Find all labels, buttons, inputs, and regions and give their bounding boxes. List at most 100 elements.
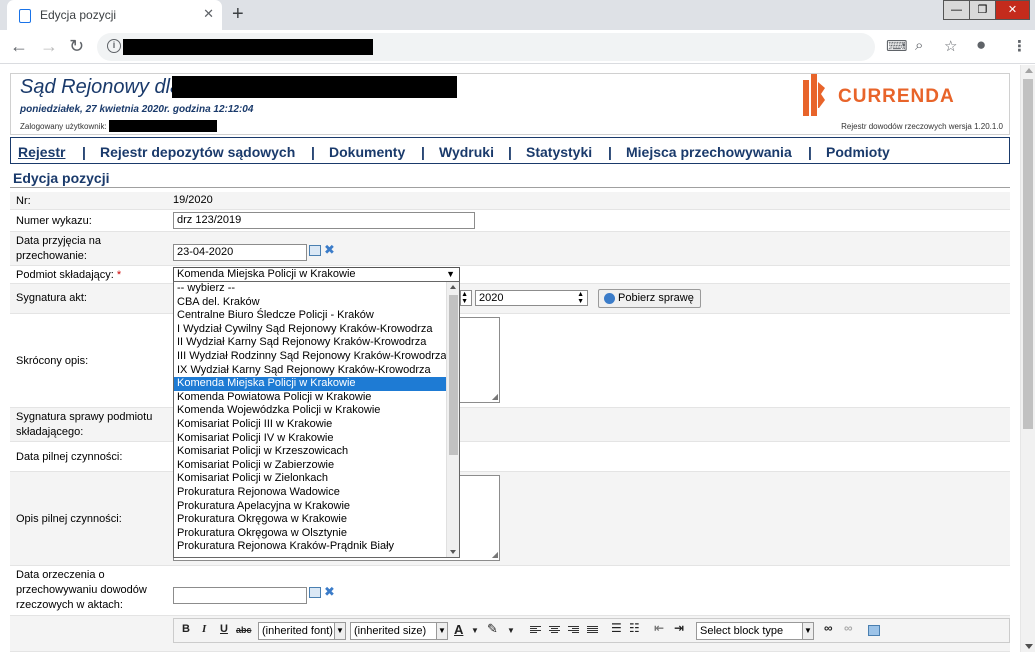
dropdown-option[interactable]: Komisariat Policji w Zabierzowie bbox=[174, 459, 459, 473]
dropdown-option[interactable]: Prokuratura Apelacyjna w Krakowie bbox=[174, 500, 459, 514]
address-bar[interactable]: i bbox=[97, 33, 875, 61]
profile-avatar-icon[interactable]: ● bbox=[976, 35, 986, 55]
scroll-up-icon[interactable] bbox=[450, 285, 456, 289]
dropdown-option[interactable]: Komenda Miejska Policji w Krakowie bbox=[174, 377, 459, 391]
row-sygnatura-podmiotu: Sygnatura sprawy podmiotu składającego: bbox=[10, 408, 1010, 442]
align-center-icon[interactable] bbox=[549, 626, 560, 635]
tab-close-icon[interactable]: ✕ bbox=[203, 6, 214, 22]
page-scrollbar[interactable] bbox=[1020, 65, 1035, 652]
dropdown-option[interactable]: Prokuratura Rejonowa Kraków-Prądnik Biał… bbox=[174, 540, 459, 554]
menu-item-podmioty[interactable]: Podmioty bbox=[826, 144, 890, 160]
browser-menu-icon[interactable]: ⋮ bbox=[1012, 37, 1027, 55]
scroll-up-icon[interactable] bbox=[1025, 68, 1033, 73]
menu-item-wydruki[interactable]: Wydruki bbox=[439, 144, 494, 160]
dropdown-scroll-thumb[interactable] bbox=[449, 295, 458, 455]
menu-separator: | bbox=[421, 144, 425, 160]
dropdown-option[interactable]: I Wydział Cywilny Sąd Rejonowy Kraków-Kr… bbox=[174, 323, 459, 337]
calendar-icon[interactable] bbox=[309, 245, 321, 256]
link-icon[interactable]: ∞ bbox=[824, 621, 833, 635]
dropdown-option[interactable]: Prokuratura Okręgowa w Krakowie bbox=[174, 513, 459, 527]
menu-item-rejestr-depozytow[interactable]: Rejestr depozytów sądowych bbox=[100, 144, 295, 160]
data-przyjecia-input[interactable]: 23-04-2020 bbox=[173, 244, 307, 261]
browser-tab[interactable]: Edycja pozycji ✕ bbox=[7, 0, 222, 30]
dropdown-option[interactable]: Prokuratura Rejonowa Wadowice bbox=[174, 486, 459, 500]
podmiot-selected-value: Komenda Miejska Policji w Krakowie bbox=[177, 268, 356, 280]
podmiot-dropdown-list[interactable]: -- wybierz -- CBA del. Kraków Centralne Bi… bbox=[173, 281, 460, 558]
align-right-icon[interactable] bbox=[568, 626, 579, 635]
menu-item-miejsca-przechowywania[interactable]: Miejsca przechowywania bbox=[626, 144, 792, 160]
forward-arrow-icon[interactable]: → bbox=[40, 36, 58, 57]
dropdown-option[interactable]: IX Wydział Karny Sąd Rejonowy Kraków-Kro… bbox=[174, 364, 459, 378]
translate-icon[interactable]: ⌨ bbox=[886, 37, 908, 55]
back-arrow-icon[interactable]: ← bbox=[10, 36, 28, 57]
bold-button[interactable]: B bbox=[182, 623, 190, 635]
dropdown-option[interactable]: Komisariat Policji w Krzeszowicach bbox=[174, 445, 459, 459]
dropdown-option[interactable]: Komenda Powiatowa Policji w Krakowie bbox=[174, 391, 459, 405]
scroll-down-icon[interactable] bbox=[1025, 644, 1033, 649]
window-close-button[interactable]: ✕ bbox=[995, 0, 1030, 20]
reload-icon[interactable]: ↻ bbox=[69, 36, 84, 57]
row-nr: Nr: 19/2020 bbox=[10, 192, 1010, 210]
clear-date-icon[interactable]: ✖ bbox=[324, 584, 335, 600]
zoom-icon[interactable]: ⌕ bbox=[915, 37, 923, 54]
outdent-icon[interactable]: ⇤ bbox=[654, 621, 664, 635]
numbered-list-icon[interactable]: ☷ bbox=[629, 621, 640, 635]
chevron-down-icon[interactable]: ▼ bbox=[471, 626, 479, 635]
dropdown-option[interactable]: Komisariat Policji w Zielonkach bbox=[174, 472, 459, 486]
redacted-url bbox=[123, 39, 373, 55]
dropdown-scrollbar[interactable] bbox=[446, 282, 459, 557]
underline-button[interactable]: U bbox=[220, 623, 228, 635]
data-orzeczenia-input[interactable] bbox=[173, 587, 307, 604]
chevron-down-icon[interactable]: ▼ bbox=[507, 626, 515, 635]
insert-image-icon[interactable] bbox=[868, 625, 880, 636]
highlight-color-icon[interactable]: ✎ bbox=[487, 621, 498, 637]
dropdown-option[interactable]: II Wydział Karny Sąd Rejonowy Kraków-Kro… bbox=[174, 336, 459, 350]
dropdown-option[interactable]: -- wybierz -- bbox=[174, 282, 459, 296]
calendar-icon[interactable] bbox=[309, 587, 321, 598]
indent-icon[interactable]: ⇥ bbox=[674, 621, 684, 635]
strikethrough-button[interactable]: abc bbox=[236, 625, 252, 635]
font-color-button[interactable]: A bbox=[454, 622, 463, 637]
sygnatura-number-spinner[interactable]: ▲ ▼ bbox=[460, 290, 472, 306]
menu-item-dokumenty[interactable]: Dokumenty bbox=[329, 144, 405, 160]
data-orzeczenia-label: Data orzeczenia o przechowywaniu dowodów… bbox=[16, 569, 147, 611]
bullet-list-icon[interactable]: ☰ bbox=[611, 621, 622, 635]
resize-handle-icon[interactable]: ◢ bbox=[492, 392, 498, 401]
clear-date-icon[interactable]: ✖ bbox=[324, 242, 335, 258]
italic-button[interactable]: I bbox=[202, 623, 206, 635]
menu-item-statystyki[interactable]: Statystyki bbox=[526, 144, 592, 160]
font-size-select[interactable]: (inherited size) ▼ bbox=[350, 622, 448, 640]
required-mark: * bbox=[116, 269, 122, 281]
dropdown-option[interactable]: Komenda Wojewódzka Policji w Krakowie bbox=[174, 404, 459, 418]
podmiot-select[interactable]: Komenda Miejska Policji w Krakowie ▼ bbox=[173, 267, 460, 282]
window-restore-button[interactable]: ❐ bbox=[969, 0, 996, 20]
unlink-icon[interactable]: ∞ bbox=[844, 621, 853, 635]
sygnatura-year-spinner[interactable]: 2020 ▲ ▼ bbox=[475, 290, 588, 306]
bookmark-star-icon[interactable]: ☆ bbox=[944, 37, 957, 55]
align-left-icon[interactable] bbox=[530, 626, 541, 635]
numer-wykazu-input[interactable]: drz 123/2019 bbox=[173, 212, 475, 229]
align-justify-icon[interactable] bbox=[587, 626, 598, 635]
dropdown-option[interactable]: III Wydział Rodzinny Sąd Rejonowy Kraków… bbox=[174, 350, 459, 364]
dropdown-option[interactable]: CBA del. Kraków bbox=[174, 296, 459, 310]
site-info-icon[interactable]: i bbox=[107, 39, 121, 53]
scroll-down-icon[interactable] bbox=[450, 550, 456, 554]
resize-handle-icon[interactable]: ◢ bbox=[492, 550, 498, 559]
menu-item-rejestr[interactable]: Rejestr bbox=[18, 144, 65, 160]
dropdown-option[interactable]: Prokuratura Okręgowa w Olsztynie bbox=[174, 527, 459, 541]
pobierz-sprawe-button[interactable]: Pobierz sprawę bbox=[598, 289, 701, 308]
new-tab-icon[interactable]: + bbox=[232, 3, 244, 26]
page-scroll-thumb[interactable] bbox=[1023, 79, 1033, 429]
font-family-select[interactable]: (inherited font) ▼ bbox=[258, 622, 346, 640]
dropdown-option[interactable]: Komisariat Policji III w Krakowie bbox=[174, 418, 459, 432]
currenda-logo-text: CURRENDA bbox=[838, 86, 955, 107]
dropdown-option[interactable]: Centralne Biuro Śledcze Policji - Kraków bbox=[174, 309, 459, 323]
block-type-select[interactable]: Select block type ▼ bbox=[696, 622, 814, 640]
current-datetime: poniedziałek, 27 kwietnia 2020r. godzina… bbox=[20, 104, 254, 115]
section-divider bbox=[10, 187, 1010, 188]
row-data-przyjecia: Data przyjęcia na przechowanie: bbox=[10, 232, 1010, 266]
pobierz-sprawe-label: Pobierz sprawę bbox=[618, 292, 694, 304]
window-minimize-button[interactable]: — bbox=[943, 0, 970, 20]
row-skrocony-opis: Skrócony opis: bbox=[10, 314, 1010, 408]
dropdown-option[interactable]: Komisariat Policji IV w Krakowie bbox=[174, 432, 459, 446]
